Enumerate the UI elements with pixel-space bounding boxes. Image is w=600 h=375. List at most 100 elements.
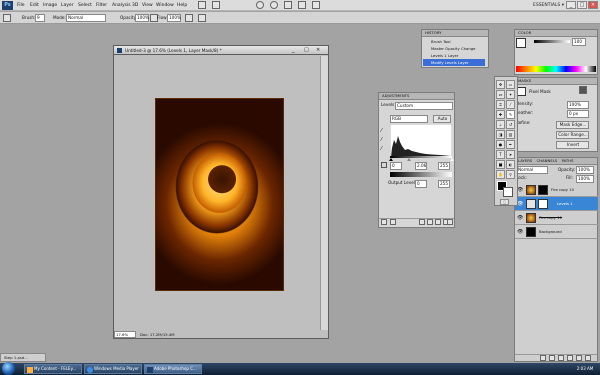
taskbar-item[interactable]: Windows Media Player (84, 364, 142, 374)
view-previous-icon[interactable] (435, 219, 441, 225)
menu-analysis[interactable]: Analysis (112, 2, 131, 9)
brush-size-picker[interactable]: 9 (35, 14, 45, 22)
taskbar-item[interactable]: My Content - FELEy... (24, 364, 82, 374)
workspace-switcher[interactable]: ESSENTIALS ▾ (533, 2, 564, 9)
background-color-swatch[interactable] (503, 187, 513, 197)
add-mask-icon[interactable] (558, 355, 564, 361)
fill-field[interactable]: 100% (576, 175, 594, 183)
healing-brush-icon[interactable]: ✚ (496, 110, 505, 119)
black-point-slider[interactable] (389, 158, 393, 161)
menu-window[interactable]: Window (156, 2, 174, 9)
document-size-status[interactable]: Doc: 17.2M/15.4M (140, 331, 220, 338)
system-clock[interactable]: 2:03 AM (572, 364, 598, 374)
channels-tab[interactable]: CHANNELS (534, 158, 558, 164)
foreground-swatch[interactable] (516, 38, 526, 48)
white-eyedropper-icon[interactable]: ⁄ (381, 146, 387, 152)
zoom-tool-icon[interactable]: ⚲ (506, 170, 515, 179)
doc-maximize-button[interactable]: □ (304, 47, 309, 54)
new-group-icon[interactable] (576, 355, 582, 361)
input-white-field[interactable]: 255 (438, 162, 450, 170)
menu-layer[interactable]: Layer (61, 2, 74, 9)
layer-row[interactable]: 👁 Fire copy 10 (515, 183, 598, 197)
menu-select[interactable]: Select (78, 2, 92, 9)
pressure-size-icon[interactable] (198, 14, 206, 22)
output-white-field[interactable]: 255 (438, 180, 450, 188)
layer-name[interactable]: Fire copy 11 (539, 211, 562, 225)
zoom-level-field[interactable]: 17.6% (114, 331, 136, 338)
doc-minimize-button[interactable]: _ (292, 47, 295, 54)
gray-eyedropper-icon[interactable]: ⁄ (381, 137, 387, 143)
link-layers-icon[interactable] (540, 355, 546, 361)
paths-tab[interactable]: PATHS (559, 158, 574, 164)
menu-help[interactable]: Help (177, 2, 187, 9)
levels-preset-select[interactable]: Custom (395, 102, 453, 110)
history-brush-icon[interactable]: ↺ (506, 120, 515, 129)
type-tool-icon[interactable]: T (496, 150, 505, 159)
output-black-field[interactable]: 0 (415, 180, 427, 188)
black-eyedropper-icon[interactable]: ⁄ (381, 128, 387, 134)
bridge-icon[interactable] (198, 1, 206, 9)
clone-stamp-icon[interactable]: ⊥ (496, 120, 505, 129)
minimize-button[interactable]: _ (566, 1, 576, 9)
rotate-view-icon[interactable] (284, 1, 292, 9)
white-point-slider[interactable] (450, 158, 454, 161)
channel-select[interactable]: RGB (390, 115, 428, 123)
clipping-icon[interactable] (381, 162, 387, 168)
airbrush-icon[interactable] (185, 14, 193, 22)
feather-field[interactable]: 0 px (567, 110, 589, 118)
color-tab[interactable]: COLOR (515, 30, 531, 35)
menu-edit[interactable]: Edit (30, 2, 39, 9)
layer-name[interactable]: Levels 1 (557, 197, 573, 211)
layer-row[interactable]: 👁 Fire copy 11 (515, 211, 598, 225)
close-button[interactable]: × (588, 1, 598, 9)
eyedropper-icon[interactable]: ⁄ (506, 100, 515, 109)
marquee-tool-icon[interactable]: ▭ (506, 80, 515, 89)
adjustments-tab[interactable]: ADJUSTMENTS (379, 93, 409, 98)
document-title-bar[interactable]: Untitled-3 @ 17.6% (Levels 1, Layer Mask… (113, 45, 329, 55)
start-button[interactable] (2, 362, 15, 375)
gradient-tool-icon[interactable]: ▥ (506, 130, 515, 139)
screen-mode-icon[interactable] (312, 1, 320, 9)
mini-bridge-icon[interactable] (212, 1, 220, 9)
pixel-mask-icon[interactable] (579, 86, 587, 94)
mode-select[interactable]: Normal (66, 14, 106, 22)
shape-tool-icon[interactable]: ■ (496, 160, 505, 169)
minimized-document[interactable]: Step 1.psd... (0, 353, 46, 362)
opacity-field[interactable]: 100% (135, 14, 149, 22)
auto-button[interactable]: Auto (433, 115, 451, 123)
color-slider[interactable] (534, 40, 570, 43)
history-item[interactable]: Master Opacity Change (423, 45, 485, 52)
doc-close-button[interactable]: × (316, 47, 320, 54)
clip-to-layer-icon[interactable] (419, 219, 425, 225)
midtone-slider[interactable] (407, 158, 411, 161)
quick-mask-icon[interactable]: ◌ (500, 199, 509, 205)
hand-tool-icon[interactable]: ✋ (496, 170, 505, 179)
brush-tool-icon[interactable] (3, 14, 11, 22)
menu-file[interactable]: File (17, 2, 25, 9)
layer-name[interactable]: Background (539, 225, 562, 239)
eraser-icon[interactable]: ◨ (496, 130, 505, 139)
menu-view[interactable]: View (142, 2, 153, 9)
new-adjustment-icon[interactable] (567, 355, 573, 361)
zoom-tool-icon[interactable] (270, 1, 278, 9)
input-black-field[interactable]: 0 (390, 162, 402, 170)
density-field[interactable]: 100% (567, 101, 589, 109)
input-gamma-field[interactable]: 2.06 (415, 162, 427, 170)
crop-tool-icon[interactable]: ⌗ (496, 100, 505, 109)
layer-row[interactable]: 👁 Background (515, 225, 598, 239)
vertical-scrollbar[interactable] (320, 56, 328, 330)
invert-button[interactable]: Invert (556, 141, 589, 149)
color-range-button[interactable]: Color Range... (556, 131, 589, 139)
history-item-active[interactable]: Modify Levels Layer (423, 59, 485, 66)
history-tab[interactable]: HISTORY (422, 30, 441, 35)
delete-layer-icon[interactable] (585, 355, 591, 361)
maximize-button[interactable]: □ (577, 1, 587, 9)
trash-icon[interactable] (447, 219, 453, 225)
flow-field[interactable]: 100% (167, 14, 181, 22)
path-selection-icon[interactable]: ➤ (506, 150, 515, 159)
pen-tool-icon[interactable]: ✒ (506, 140, 515, 149)
history-item[interactable]: Levels 1 Layer (423, 52, 485, 59)
visibility-eye-icon[interactable]: 👁 (517, 229, 523, 235)
layer-row-selected[interactable]: 👁 Levels 1 (515, 197, 598, 211)
hand-tool-icon[interactable] (256, 1, 264, 9)
